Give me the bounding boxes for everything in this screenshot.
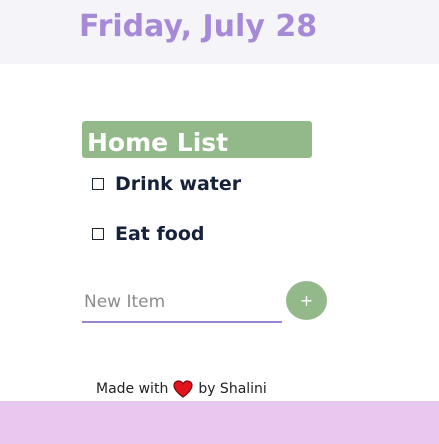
todo-checkbox[interactable] (92, 178, 104, 190)
list-header: Home List (82, 121, 312, 158)
todo-item[interactable]: Eat food (92, 220, 204, 248)
footer-prefix: Made with (96, 381, 169, 397)
add-item-button[interactable]: + (286, 281, 327, 320)
footer-bar (0, 401, 439, 444)
todo-item-label: Eat food (115, 223, 205, 245)
todo-checkbox[interactable] (92, 228, 104, 240)
footer-suffix: by Shalini (198, 381, 267, 397)
list-title: Home List (87, 128, 229, 157)
header-bar: Friday, July 28 (0, 0, 439, 64)
footer-credit: Made with by Shalini (96, 379, 267, 399)
new-item-input[interactable] (82, 283, 282, 323)
todo-item[interactable]: Drink water (92, 170, 241, 198)
todo-item-label: Drink water (115, 173, 242, 195)
heart-icon (173, 380, 193, 398)
date-title: Friday, July 28 (79, 9, 318, 44)
